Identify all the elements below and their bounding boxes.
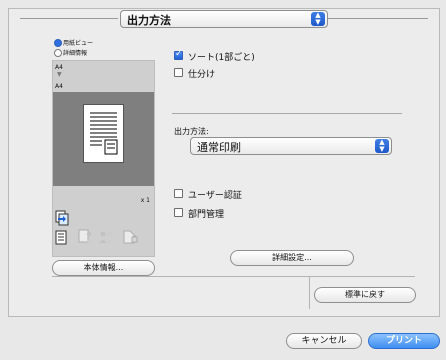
paper-size-bottom: A4 [55, 83, 63, 90]
top-divider-left [20, 18, 118, 19]
cancel-button[interactable]: キャンセル [286, 333, 362, 349]
unselected-radio-icon [54, 49, 62, 57]
output-method-section-popup[interactable]: 出力方法 ▲ ▼ [120, 10, 328, 28]
sort-label: ソート(1部ごと) [188, 53, 255, 63]
printer-info-button-label: 本体情報... [83, 263, 124, 272]
divide-label: 仕分け [188, 70, 216, 80]
paper-view-label: 用紙ビュー [63, 40, 94, 47]
options-divider [172, 113, 402, 114]
reset-defaults-button[interactable]: 標準に戻す [314, 287, 416, 303]
detail-info-label: 詳細情報 [63, 50, 88, 57]
duplex-icon [55, 210, 69, 226]
printer-info-button[interactable]: 本体情報... [52, 260, 155, 276]
top-divider-right [328, 18, 428, 19]
copies-count: x 1 [140, 197, 150, 204]
detail-settings-button[interactable]: 詳細設定... [230, 250, 354, 266]
user-auth-label: ユーザー認証 [188, 191, 242, 201]
sort-checkbox[interactable] [174, 49, 183, 60]
detail-info-option[interactable]: 詳細情報 [54, 48, 114, 57]
dept-manage-label: 部門管理 [188, 210, 225, 220]
paper-size-top: A4 [55, 64, 63, 71]
paper-gray-frame [53, 92, 154, 186]
page-lines-icon [90, 112, 118, 155]
print-button[interactable]: プリント [368, 333, 440, 349]
user-auth-checkbox[interactable] [174, 189, 183, 198]
selected-radio-icon [54, 39, 62, 47]
paper-direction-icon: ▼ [57, 71, 62, 78]
user-auth-checkbox-row[interactable]: ユーザー認証 [174, 188, 294, 201]
document-icon [55, 230, 67, 245]
user-icon [78, 229, 94, 244]
reset-defaults-button-label: 標準に戻す [345, 290, 385, 299]
output-method-arrows-icon: ▲ ▼ [375, 139, 389, 153]
detail-settings-button-label: 詳細設定... [272, 253, 312, 262]
section-popup-label: 出力方法 [127, 14, 171, 27]
paper-preview-area: A4 ▼ A4 x 1 [52, 60, 155, 257]
paper-view-option[interactable]: 用紙ビュー [54, 38, 114, 47]
secure-print-icon [122, 229, 139, 244]
popup-arrows-icon: ▲ ▼ [311, 12, 325, 26]
output-method-value: 通常印刷 [197, 141, 241, 154]
output-method-label: 出力方法: [174, 127, 209, 136]
vertical-divider [309, 277, 310, 309]
paper-sheet [83, 104, 124, 163]
dept-manage-checkbox-row[interactable]: 部門管理 [174, 207, 294, 220]
users-group-icon [98, 229, 115, 244]
cancel-button-label: キャンセル [301, 336, 347, 346]
divide-checkbox-row[interactable]: 仕分け [174, 67, 274, 80]
divide-checkbox[interactable] [174, 68, 183, 77]
output-method-select[interactable]: 通常印刷 ▲ ▼ [190, 137, 392, 155]
print-button-label: プリント [385, 336, 422, 346]
dept-manage-checkbox[interactable] [174, 208, 183, 217]
bottom-panel-divider [52, 276, 415, 277]
view-radio-group: 用紙ビュー 詳細情報 [54, 38, 114, 58]
sort-checkbox-row[interactable]: ソート(1部ごと) [174, 49, 324, 63]
